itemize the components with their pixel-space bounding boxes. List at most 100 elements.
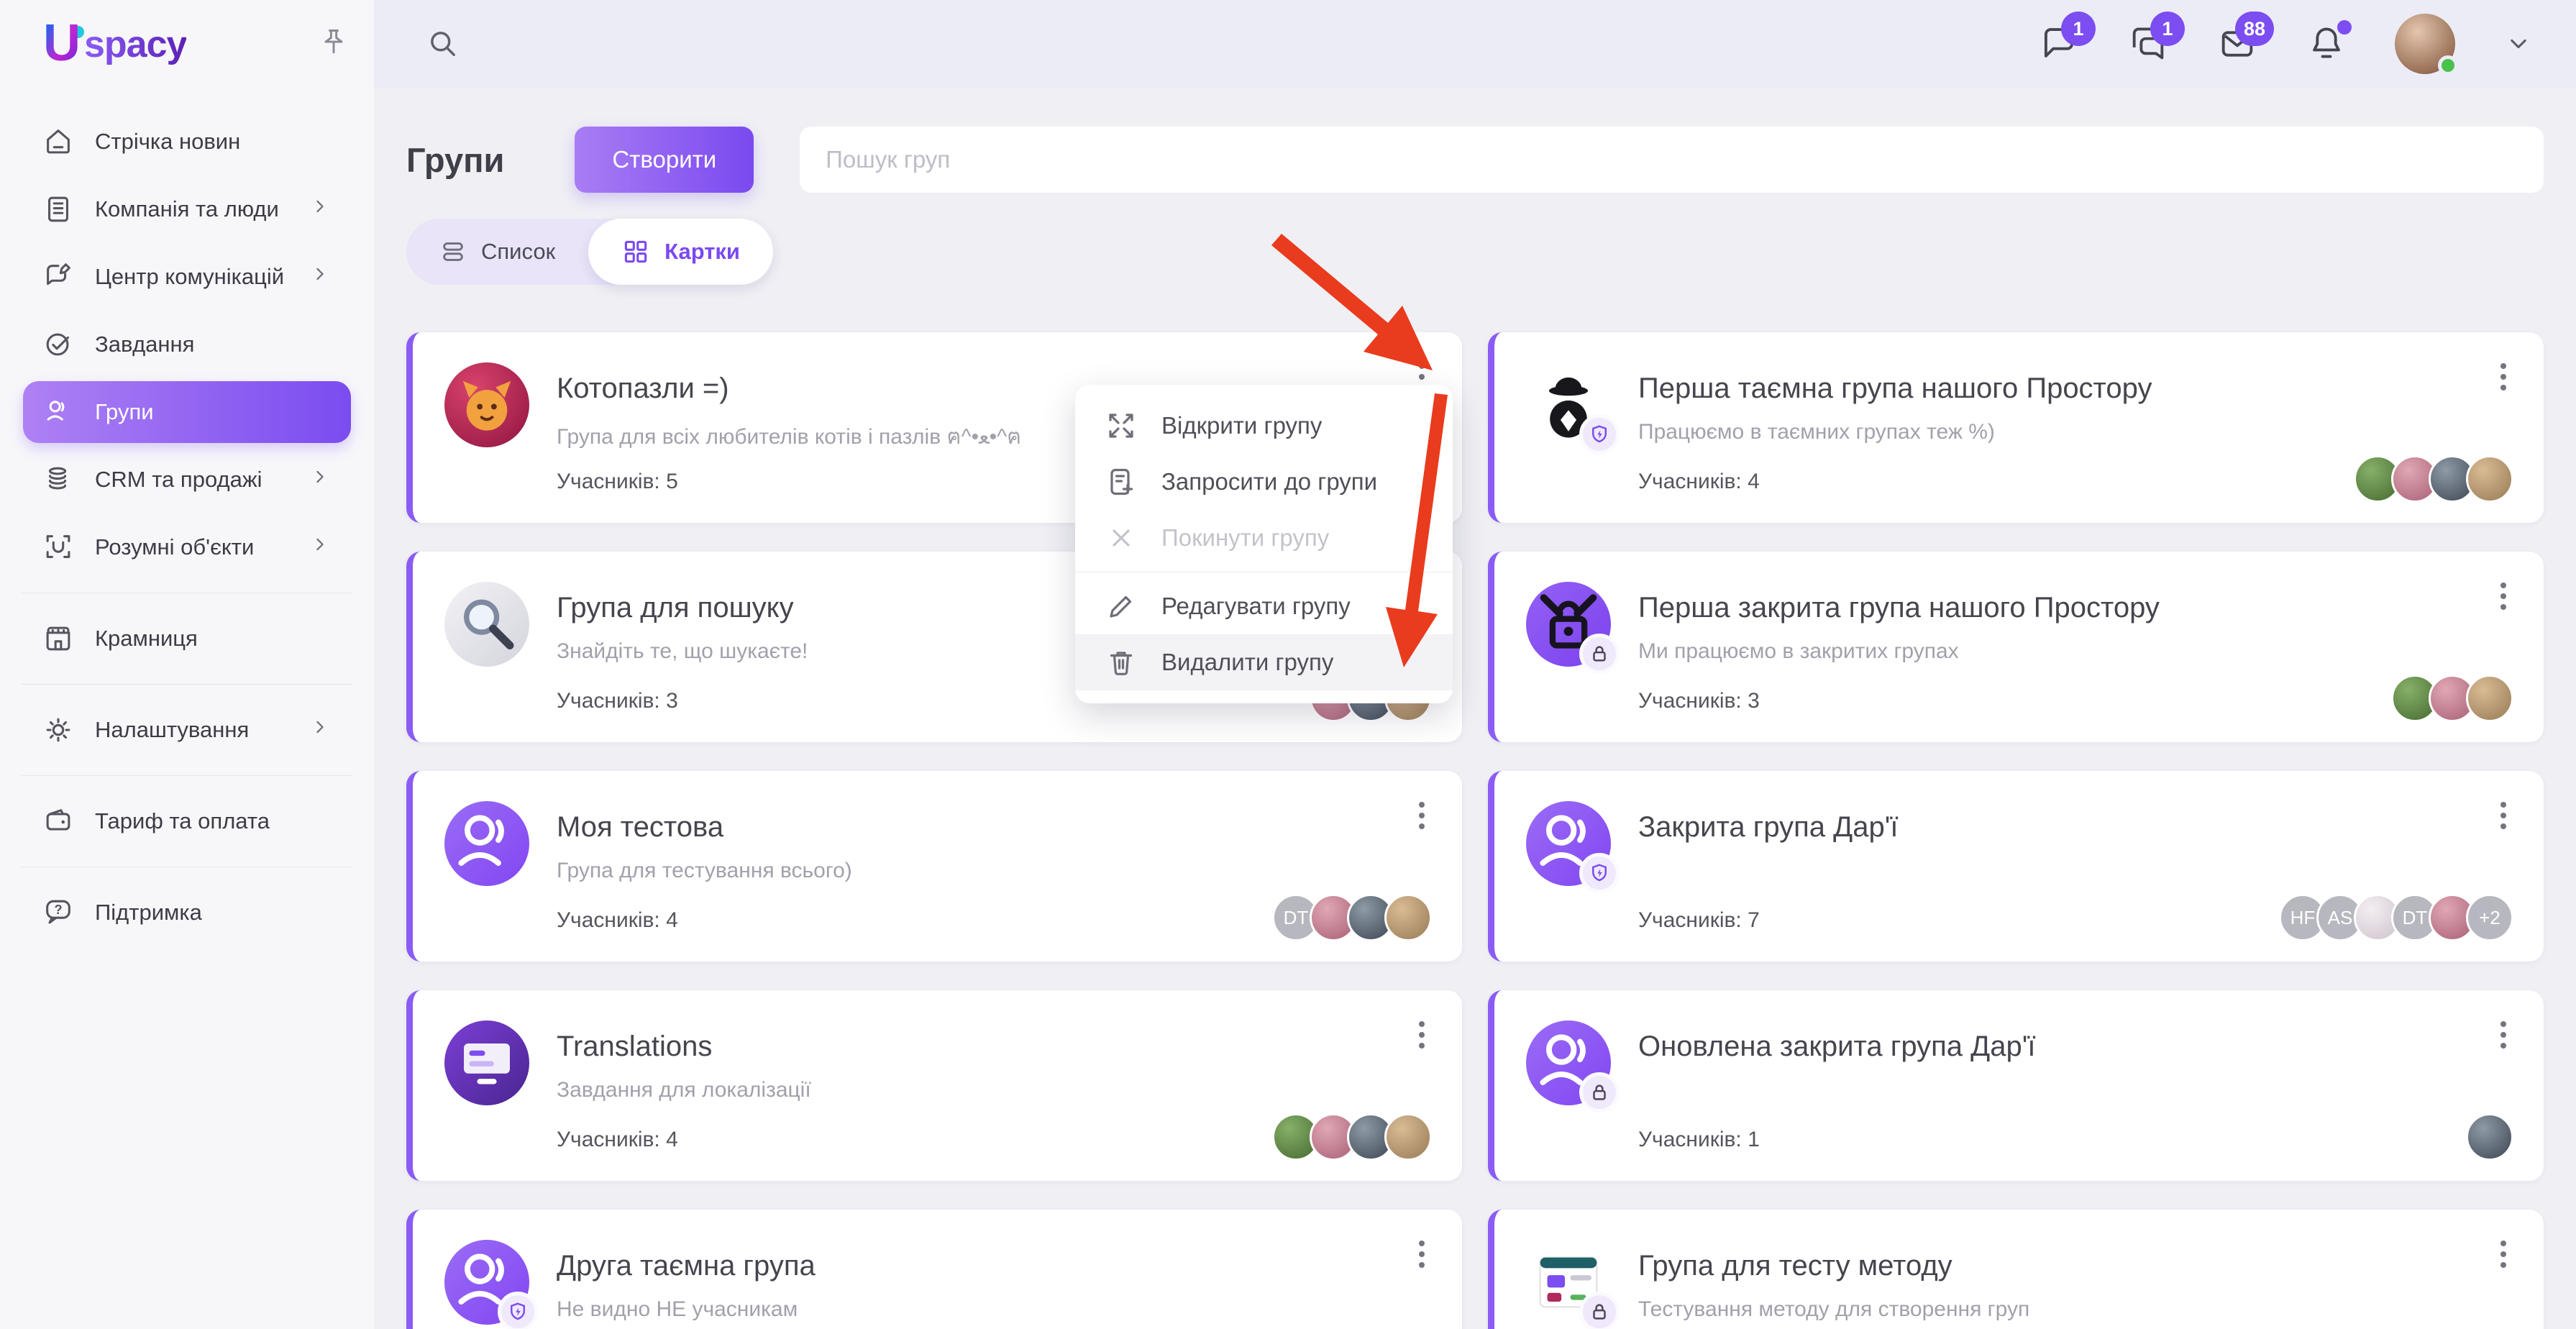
group-avatar	[1526, 801, 1620, 893]
svg-text:?: ?	[54, 903, 62, 917]
sidebar-item-tariff[interactable]: Тариф та оплата	[23, 790, 351, 852]
group-card[interactable]: Закрита група Дар'ї Учасників: 7 HF AS DT +2	[1488, 771, 2544, 962]
list-view-label: Список	[481, 239, 556, 264]
chat-icon[interactable]: 1	[2038, 12, 2096, 65]
sidebar-item-support[interactable]: ? Підтримка	[23, 882, 351, 944]
group-card[interactable]: Перша закрита група нашого Простору Ми пр…	[1488, 552, 2544, 742]
group-avatar	[1526, 1240, 1620, 1329]
edit-icon	[1105, 590, 1137, 622]
sidebar-item-comms[interactable]: Центр комунікацій	[23, 246, 351, 308]
sidebar-item-label: Центр комунікацій	[95, 264, 285, 289]
sidebar-item-tasks[interactable]: Завдання	[23, 314, 351, 375]
sidebar-item-label: Підтримка	[95, 900, 202, 925]
sidebar-item-store[interactable]: Крамниця	[23, 608, 351, 670]
group-card[interactable]: Друга таємна група Не видно НЕ учасникам	[406, 1210, 1462, 1329]
sidebar-item-label: Групи	[95, 399, 154, 424]
group-card[interactable]: Моя тестова Група для тестування всього) У…	[406, 771, 1462, 962]
topbar: 1 1 88	[374, 0, 2576, 88]
group-description: Тестування методу для створення груп	[1638, 1297, 2030, 1321]
store-icon	[42, 622, 75, 655]
sidebar-item-settings[interactable]: Налаштування	[23, 699, 351, 761]
group-avatar	[1526, 1020, 1620, 1113]
sidebar-item-smart-objects[interactable]: Розумні об'єкти	[23, 516, 351, 578]
pin-sidebar-icon[interactable]	[318, 27, 350, 62]
chevron-right-icon	[308, 715, 332, 745]
group-description: Ми працюємо в закритих групах	[1638, 639, 1959, 663]
group-members-count: Учасників: 1	[1638, 1128, 1760, 1151]
group-chats-icon[interactable]: 1	[2127, 12, 2185, 65]
group-kebab-menu-icon[interactable]	[2488, 1015, 2519, 1055]
sidebar-item-newsfeed[interactable]: Стрічка новин	[23, 111, 351, 173]
group-avatar	[1526, 582, 1620, 674]
sidebar: U spacy Стрічка новин Компанія та люди Цен…	[0, 0, 374, 1329]
sidebar-item-company[interactable]: Компанія та люди	[23, 178, 351, 240]
menu-item-edit[interactable]: Редагувати групу	[1075, 578, 1453, 634]
uspacy-logo[interactable]: U spacy	[43, 17, 187, 69]
sidebar-divider	[22, 684, 352, 685]
member-avatars-stack: HF AS DT +2	[2279, 894, 2513, 941]
lock-badge-icon	[1579, 1072, 1620, 1113]
sidebar-item-label: CRM та продажі	[95, 467, 262, 492]
wallet-icon	[42, 805, 75, 838]
notifications-bell-icon[interactable]	[2306, 20, 2352, 65]
group-title: Моя тестова	[557, 811, 724, 843]
shield-badge-icon	[1579, 853, 1620, 893]
member-avatar	[2466, 455, 2513, 503]
group-card[interactable]: Група для тесту методу Тестування методу …	[1488, 1210, 2544, 1329]
menu-item-label: Відкрити групу	[1161, 412, 1323, 439]
group-members-count: Учасників: 7	[1638, 908, 1760, 932]
create-group-button[interactable]: Створити	[575, 127, 754, 193]
group-kebab-menu-icon[interactable]	[1406, 795, 1438, 836]
invite-icon	[1105, 466, 1137, 498]
member-avatars-stack: DT	[1272, 894, 1432, 941]
profile-chevron-down-icon[interactable]	[2503, 28, 2534, 60]
group-members-count: Учасників: 4	[1638, 470, 1760, 493]
global-search-icon[interactable]	[424, 25, 462, 63]
sidebar-item-crm[interactable]: CRM та продажі	[23, 449, 351, 511]
groups-page: Групи Створити Список	[374, 88, 2576, 1329]
group-description: Завдання для локалізації	[557, 1078, 811, 1102]
groups-search-input[interactable]	[800, 127, 2544, 193]
view-toggle: Список Картки	[406, 219, 773, 285]
group-members-count: Учасників: 4	[557, 908, 678, 932]
group-members-count: Учасників: 4	[557, 1128, 678, 1151]
group-card[interactable]: Перша таємна група нашого Простору Працює…	[1488, 332, 2544, 523]
group-members-count: Учасників: 3	[557, 689, 678, 713]
online-status-dot	[2438, 55, 2458, 76]
menu-item-trash[interactable]: Видалити групу	[1075, 634, 1453, 690]
group-title: Закрита група Дар'ї	[1638, 811, 1899, 843]
group-title: Група для тесту методу	[1638, 1250, 1952, 1282]
group-title: Translations	[557, 1031, 713, 1062]
view-toggle-cards[interactable]: Картки	[588, 219, 773, 285]
group-kebab-menu-icon[interactable]	[2488, 576, 2519, 616]
member-avatars-stack	[2354, 455, 2513, 503]
group-kebab-menu-icon[interactable]	[2488, 795, 2519, 836]
list-view-icon	[439, 238, 467, 265]
menu-item-label: Видалити групу	[1161, 649, 1334, 675]
smart-objects-icon	[42, 531, 75, 564]
group-kebab-menu-icon[interactable]	[1406, 1234, 1438, 1274]
notifications-dot	[2337, 20, 2352, 35]
chat-badge: 1	[2061, 12, 2096, 46]
view-toggle-list[interactable]: Список	[406, 219, 588, 285]
group-card[interactable]: Translations Завдання для локалізації Учас…	[406, 990, 1462, 1181]
group-description: Не видно НЕ учасникам	[557, 1297, 798, 1321]
mail-icon[interactable]: 88	[2216, 12, 2274, 65]
group-kebab-menu-icon[interactable]	[2488, 357, 2519, 397]
member-avatars-stack	[2391, 675, 2513, 722]
company-icon	[42, 193, 75, 226]
sidebar-item-groups[interactable]: Групи	[23, 381, 351, 443]
shield-badge-icon	[498, 1292, 538, 1329]
menu-item-invite[interactable]: Запросити до групи	[1075, 454, 1453, 510]
member-avatar	[2466, 1113, 2513, 1161]
user-avatar[interactable]	[2395, 14, 2458, 76]
group-kebab-menu-icon[interactable]	[1406, 1015, 1438, 1055]
member-avatar	[2466, 675, 2513, 722]
chevron-right-icon	[308, 194, 332, 224]
group-kebab-menu-icon[interactable]	[2488, 1234, 2519, 1274]
menu-item-expand[interactable]: Відкрити групу	[1075, 398, 1453, 454]
page-title: Групи	[406, 140, 505, 179]
group-card[interactable]: Оновлена закрита група Дар'ї Учасників: 1	[1488, 990, 2544, 1181]
search-avatar-icon	[444, 582, 529, 667]
settings-icon	[42, 713, 75, 746]
